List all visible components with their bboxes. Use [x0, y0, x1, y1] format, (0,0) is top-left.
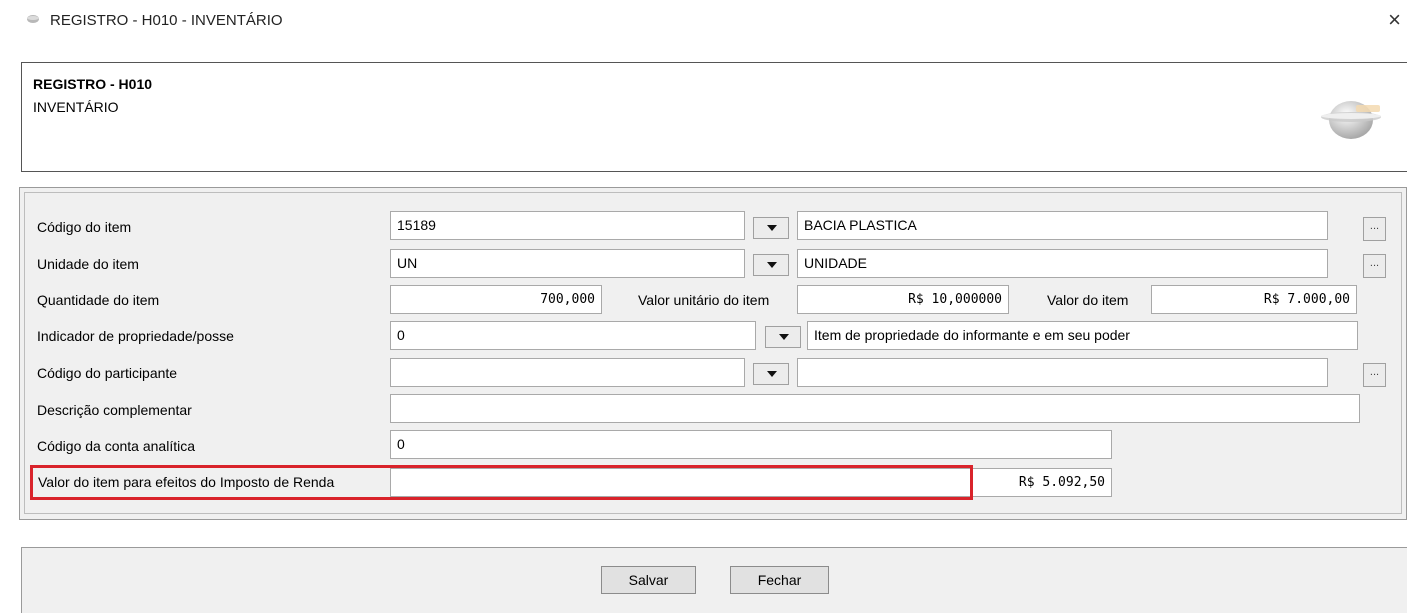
- valor-unitario-input[interactable]: R$ 10,000000: [797, 285, 1009, 314]
- codigo-item-dropdown-button[interactable]: [753, 217, 789, 239]
- valor-item-input[interactable]: R$ 7.000,00: [1151, 285, 1357, 314]
- valor-item-label: Valor do item: [1047, 292, 1129, 308]
- sped-globe-logo-icon: [1321, 101, 1381, 139]
- unidade-item-dropdown-button[interactable]: [753, 254, 789, 276]
- codigo-participante-label: Código do participante: [37, 365, 178, 381]
- codigo-conta-input[interactable]: 0: [390, 430, 1112, 459]
- indicador-propriedade-input[interactable]: 0: [390, 321, 756, 350]
- close-button[interactable]: Fechar: [730, 566, 829, 594]
- codigo-item-input[interactable]: 15189: [390, 211, 745, 240]
- unidade-item-input[interactable]: UN: [390, 249, 745, 278]
- window-title: REGISTRO - H010 - INVENTÁRIO: [50, 12, 283, 29]
- record-title: REGISTRO - H010: [33, 76, 153, 92]
- app-globe-icon: [27, 15, 39, 23]
- save-button[interactable]: Salvar: [601, 566, 696, 594]
- unidade-item-lookup-button[interactable]: ...: [1363, 254, 1386, 278]
- record-subtitle: INVENTÁRIO: [33, 99, 119, 115]
- indicador-propriedade-label: Indicador de propriedade/posse: [37, 328, 234, 344]
- codigo-participante-description-field[interactable]: [797, 358, 1328, 387]
- valor-unitario-label: Valor unitário do item: [638, 292, 770, 308]
- quantidade-item-input[interactable]: 700,000: [390, 285, 602, 314]
- unidade-item-description-field[interactable]: UNIDADE: [797, 249, 1328, 278]
- indicador-propriedade-description-field[interactable]: Item de propriedade do informante e em s…: [807, 321, 1358, 350]
- indicador-propriedade-dropdown-button[interactable]: [765, 326, 801, 348]
- descricao-complementar-label: Descrição complementar: [37, 402, 192, 418]
- codigo-item-description-field[interactable]: BACIA PLASTICA: [797, 211, 1328, 240]
- codigo-item-lookup-button[interactable]: ...: [1363, 217, 1386, 241]
- descricao-complementar-input[interactable]: [390, 394, 1360, 423]
- codigo-participante-dropdown-button[interactable]: [753, 363, 789, 385]
- codigo-item-label: Código do item: [37, 219, 132, 235]
- codigo-conta-label: Código da conta analítica: [37, 438, 195, 454]
- close-icon[interactable]: ×: [1388, 9, 1401, 31]
- unidade-item-label: Unidade do item: [37, 256, 139, 272]
- header-panel: [21, 62, 1407, 172]
- codigo-participante-lookup-button[interactable]: ...: [1363, 363, 1386, 387]
- quantidade-item-label: Quantidade do item: [37, 292, 160, 308]
- codigo-participante-input[interactable]: [390, 358, 745, 387]
- highlight-box: [30, 465, 973, 500]
- footer-panel: [21, 547, 1407, 613]
